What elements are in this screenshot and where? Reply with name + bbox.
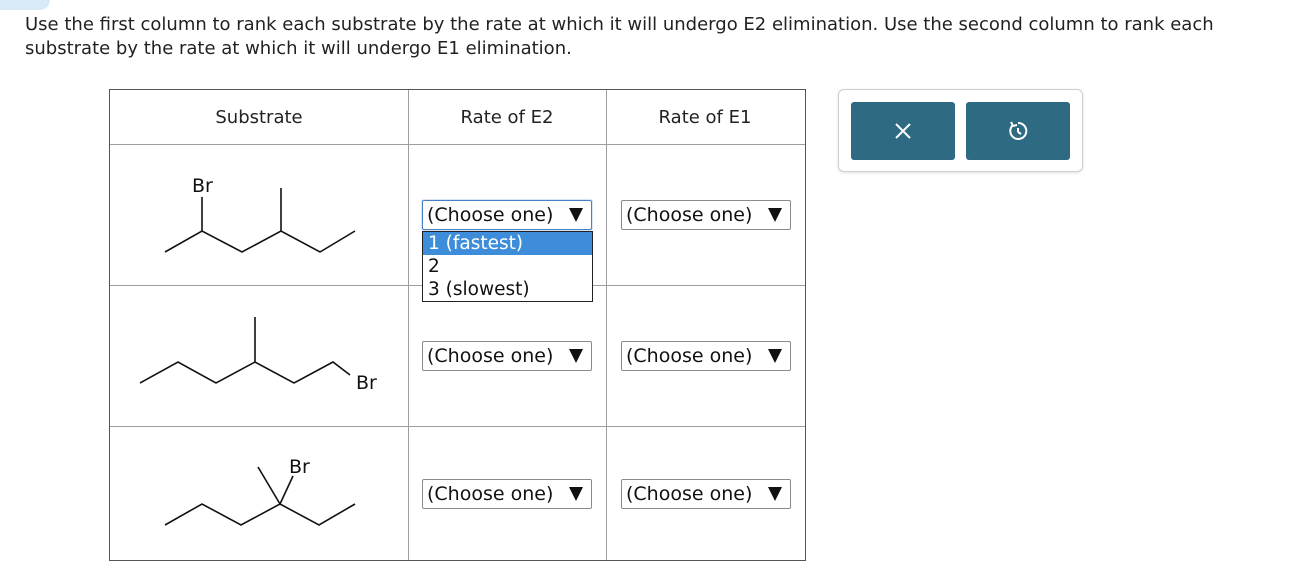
select-value: (Choose one) bbox=[427, 204, 554, 226]
dropdown-arrow-icon bbox=[569, 208, 583, 222]
dropdown-arrow-icon bbox=[768, 349, 782, 363]
undo-icon bbox=[1009, 121, 1028, 140]
rate-e2-options-list: 1 (fastest) 2 3 (slowest) bbox=[422, 231, 593, 302]
header-substrate: Substrate bbox=[215, 107, 303, 128]
rate-e1-select-2[interactable]: (Choose one) bbox=[621, 341, 791, 371]
reset-button[interactable] bbox=[966, 102, 1070, 160]
c-br-bond bbox=[279, 475, 294, 505]
substrate-structure-3: Br bbox=[110, 427, 408, 561]
dropdown-arrow-icon bbox=[768, 208, 782, 222]
substrate-structure-1: Br bbox=[110, 145, 408, 285]
select-value: (Choose one) bbox=[626, 345, 753, 367]
bromine-label: Br bbox=[192, 175, 213, 197]
dropdown-arrow-icon bbox=[569, 349, 583, 363]
substrate-structure-2: Br bbox=[110, 286, 408, 426]
rate-e2-select-3[interactable]: (Choose one) bbox=[422, 479, 592, 509]
bromine-label: Br bbox=[356, 372, 377, 394]
dropdown-arrow-icon bbox=[768, 487, 782, 501]
top-corner-tab bbox=[0, 0, 50, 10]
header-rate-e2: Rate of E2 bbox=[460, 107, 554, 128]
carbon-chain-bonds bbox=[164, 503, 356, 526]
rate-e2-select-2[interactable]: (Choose one) bbox=[422, 341, 592, 371]
carbon-chain-bonds bbox=[139, 361, 351, 384]
rate-e1-select-1[interactable]: (Choose one) bbox=[621, 200, 791, 230]
option-3-slowest[interactable]: 3 (slowest) bbox=[423, 278, 592, 301]
select-value: (Choose one) bbox=[626, 483, 753, 505]
methyl-branch-bond bbox=[257, 466, 281, 505]
select-value: (Choose one) bbox=[626, 204, 753, 226]
table-divider bbox=[408, 90, 409, 560]
header-rate-e1: Rate of E1 bbox=[658, 107, 752, 128]
option-2[interactable]: 2 bbox=[423, 255, 592, 278]
carbon-chain-bonds bbox=[164, 230, 356, 253]
answer-tools-panel bbox=[838, 89, 1083, 172]
rate-e1-select-3[interactable]: (Choose one) bbox=[621, 479, 791, 509]
clear-button[interactable] bbox=[851, 102, 955, 160]
table-divider bbox=[606, 90, 607, 560]
rate-e2-select-1[interactable]: (Choose one) bbox=[422, 200, 592, 230]
select-value: (Choose one) bbox=[427, 483, 554, 505]
bromine-label: Br bbox=[289, 456, 310, 478]
question-instructions: Use the first column to rank each substr… bbox=[25, 14, 1214, 59]
close-icon bbox=[895, 123, 911, 139]
option-1-fastest[interactable]: 1 (fastest) bbox=[423, 232, 592, 255]
select-value: (Choose one) bbox=[427, 345, 554, 367]
dropdown-arrow-icon bbox=[569, 487, 583, 501]
